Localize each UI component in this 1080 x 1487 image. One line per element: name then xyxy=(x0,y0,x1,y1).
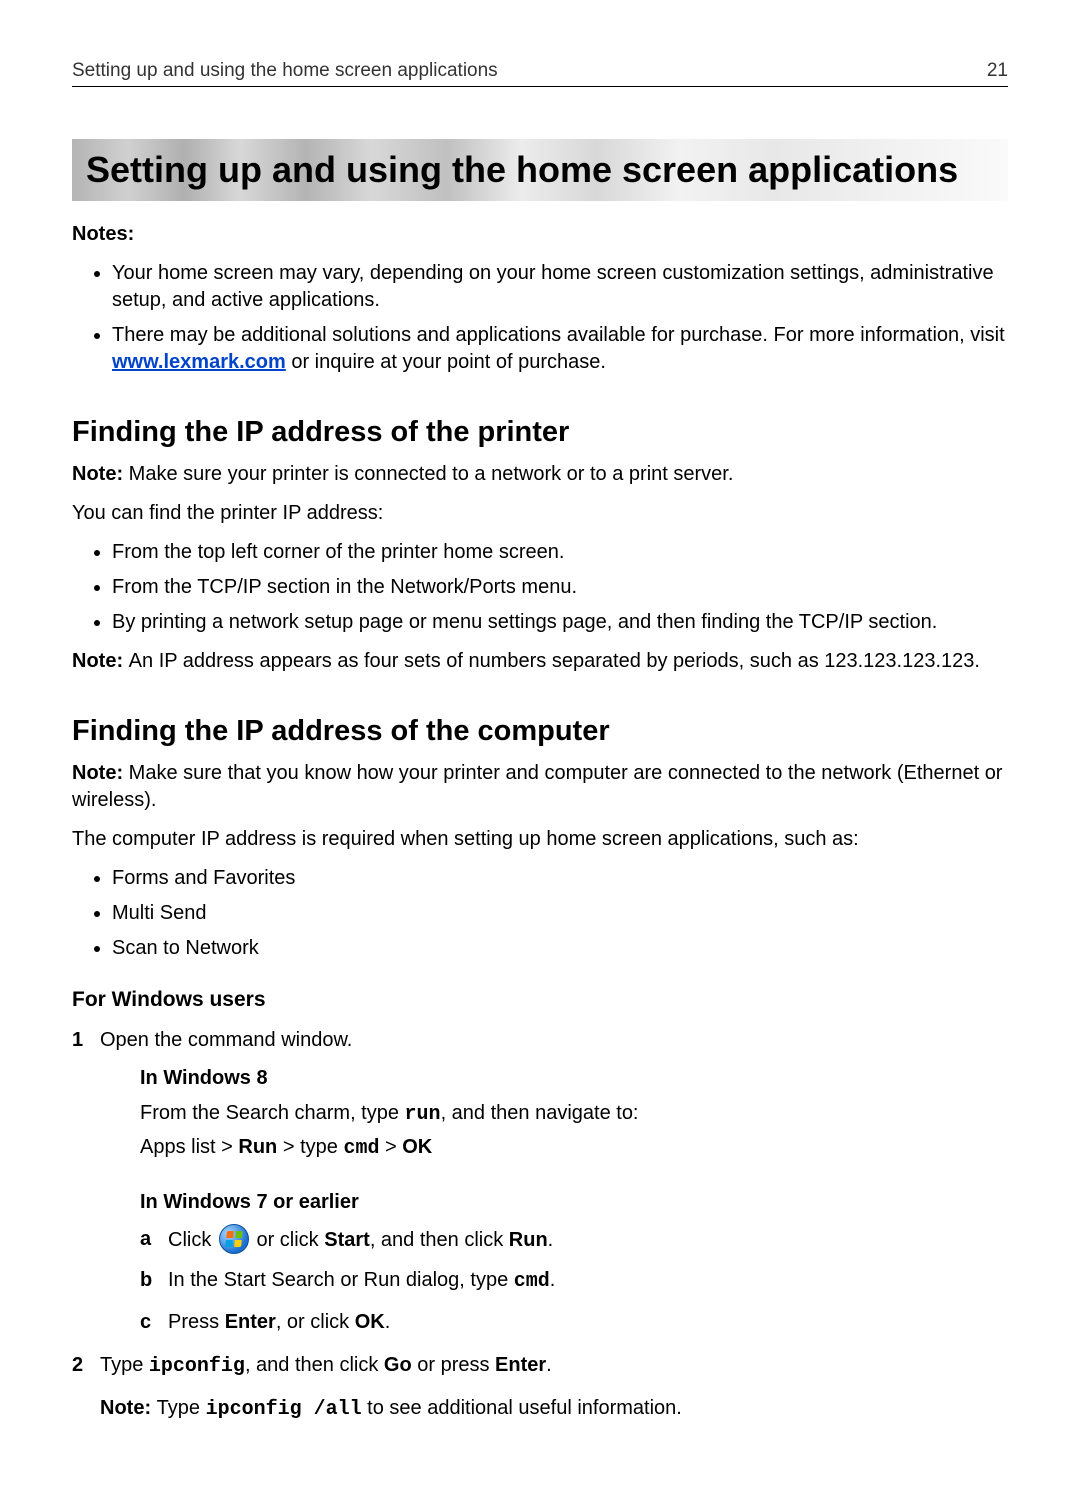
enter-label: Enter xyxy=(495,1354,546,1376)
note-label: Note: xyxy=(72,762,129,784)
windows-steps: Open the command window. In Windows 8 Fr… xyxy=(72,1026,1008,1423)
intro-paragraph: The computer IP address is required when… xyxy=(72,826,1008,853)
text: . xyxy=(546,1354,552,1376)
text: In the Start Search or Run dialog, type xyxy=(168,1269,514,1291)
cmd-literal: cmd xyxy=(514,1270,550,1293)
text: , and then click xyxy=(370,1229,509,1251)
text: From the Search charm, type xyxy=(140,1102,405,1124)
start-label: Start xyxy=(324,1229,370,1251)
text: , and then click xyxy=(245,1354,384,1376)
step-text: Open the command window. xyxy=(100,1029,352,1051)
list-item: From the top left corner of the printer … xyxy=(112,539,1008,566)
ipconfig-all-literal: ipconfig /all xyxy=(206,1398,362,1421)
note-text: Make sure your printer is connected to a… xyxy=(129,463,734,485)
text: Type xyxy=(100,1354,149,1376)
letter-step: c Press Enter, or click OK. xyxy=(140,1307,1008,1337)
step-letter-b: b xyxy=(140,1265,152,1295)
text: . xyxy=(550,1269,556,1291)
text: Press xyxy=(168,1311,225,1333)
step-item: Open the command window. In Windows 8 Fr… xyxy=(72,1026,1008,1337)
text: , and then navigate to: xyxy=(441,1102,639,1124)
in-windows-7-heading: In Windows 7 or earlier xyxy=(140,1188,1008,1216)
win8-instruction: From the Search charm, type run, and the… xyxy=(140,1100,1008,1128)
note-text: An IP address appears as four sets of nu… xyxy=(129,650,980,672)
note-label: Note: xyxy=(72,463,129,485)
header-title: Setting up and using the home screen app… xyxy=(72,60,498,82)
lexmark-link[interactable]: www.lexmark.com xyxy=(112,351,286,373)
note-text: Make sure that you know how your printer… xyxy=(72,762,1002,811)
note-item: There may be additional solutions and ap… xyxy=(112,322,1008,376)
note-paragraph: Note: Make sure that you know how your p… xyxy=(72,760,1008,814)
cmd-literal: cmd xyxy=(343,1137,379,1160)
section-heading-computer-ip: Finding the IP address of the computer xyxy=(72,715,1008,748)
note-item: Your home screen may vary, depending on … xyxy=(112,260,1008,314)
step-item: Type ipconfig, and then click Go or pres… xyxy=(72,1351,1008,1423)
intro-paragraph: You can find the printer IP address: xyxy=(72,500,1008,527)
letter-step: b In the Start Search or Run dialog, typ… xyxy=(140,1265,1008,1297)
text: , or click xyxy=(276,1311,355,1333)
note-suffix: or inquire at your point of purchase. xyxy=(286,351,606,373)
text: > xyxy=(379,1136,402,1158)
title-block: Setting up and using the home screen app… xyxy=(72,139,1008,201)
in-windows-8-heading: In Windows 8 xyxy=(140,1064,1008,1092)
text: . xyxy=(548,1229,554,1251)
computer-ip-bullets: Forms and Favorites Multi Send Scan to N… xyxy=(72,865,1008,962)
footnote-paragraph: Note: An IP address appears as four sets… xyxy=(72,648,1008,675)
run-literal: run xyxy=(405,1103,441,1126)
note-label: Note: xyxy=(100,1397,157,1419)
text: . xyxy=(385,1311,391,1333)
win8-path: Apps list > Run > type cmd > OK xyxy=(140,1134,1008,1162)
ok-label: OK xyxy=(355,1311,385,1333)
section-heading-printer-ip: Finding the IP address of the printer xyxy=(72,416,1008,449)
windows-orb-icon xyxy=(219,1224,249,1254)
run-label: Run xyxy=(238,1136,277,1158)
text: > type xyxy=(277,1136,343,1158)
note-paragraph: Note: Make sure your printer is connecte… xyxy=(72,461,1008,488)
step-letter-a: a xyxy=(140,1224,151,1254)
ok-label: OK xyxy=(402,1136,432,1158)
ipconfig-literal: ipconfig xyxy=(149,1355,245,1378)
list-item: Scan to Network xyxy=(112,935,1008,962)
list-item: From the TCP/IP section in the Network/P… xyxy=(112,574,1008,601)
main-title: Setting up and using the home screen app… xyxy=(86,149,994,191)
step-letter-c: c xyxy=(140,1307,151,1337)
text: or click xyxy=(251,1229,324,1251)
go-label: Go xyxy=(384,1354,412,1376)
page-number: 21 xyxy=(987,60,1008,82)
text: Click xyxy=(168,1229,217,1251)
text: or press xyxy=(412,1354,495,1376)
text: Type xyxy=(157,1397,206,1419)
page-header: Setting up and using the home screen app… xyxy=(72,60,1008,87)
list-item: By printing a network setup page or menu… xyxy=(112,609,1008,636)
enter-label: Enter xyxy=(225,1311,276,1333)
note-prefix: There may be additional solutions and ap… xyxy=(112,324,1005,346)
step2-note: Note: Type ipconfig /all to see addition… xyxy=(100,1395,1008,1423)
windows-users-heading: For Windows users xyxy=(72,988,1008,1012)
letter-steps: a Click or click Start, and then click R… xyxy=(140,1224,1008,1337)
top-notes-list: Your home screen may vary, depending on … xyxy=(72,260,1008,376)
text: to see additional useful information. xyxy=(362,1397,682,1419)
list-item: Forms and Favorites xyxy=(112,865,1008,892)
notes-label: Notes: xyxy=(72,223,1008,246)
letter-step: a Click or click Start, and then click R… xyxy=(140,1224,1008,1255)
printer-ip-bullets: From the top left corner of the printer … xyxy=(72,539,1008,636)
run-label: Run xyxy=(509,1229,548,1251)
note-label: Note: xyxy=(72,650,129,672)
list-item: Multi Send xyxy=(112,900,1008,927)
text: Apps list > xyxy=(140,1136,238,1158)
